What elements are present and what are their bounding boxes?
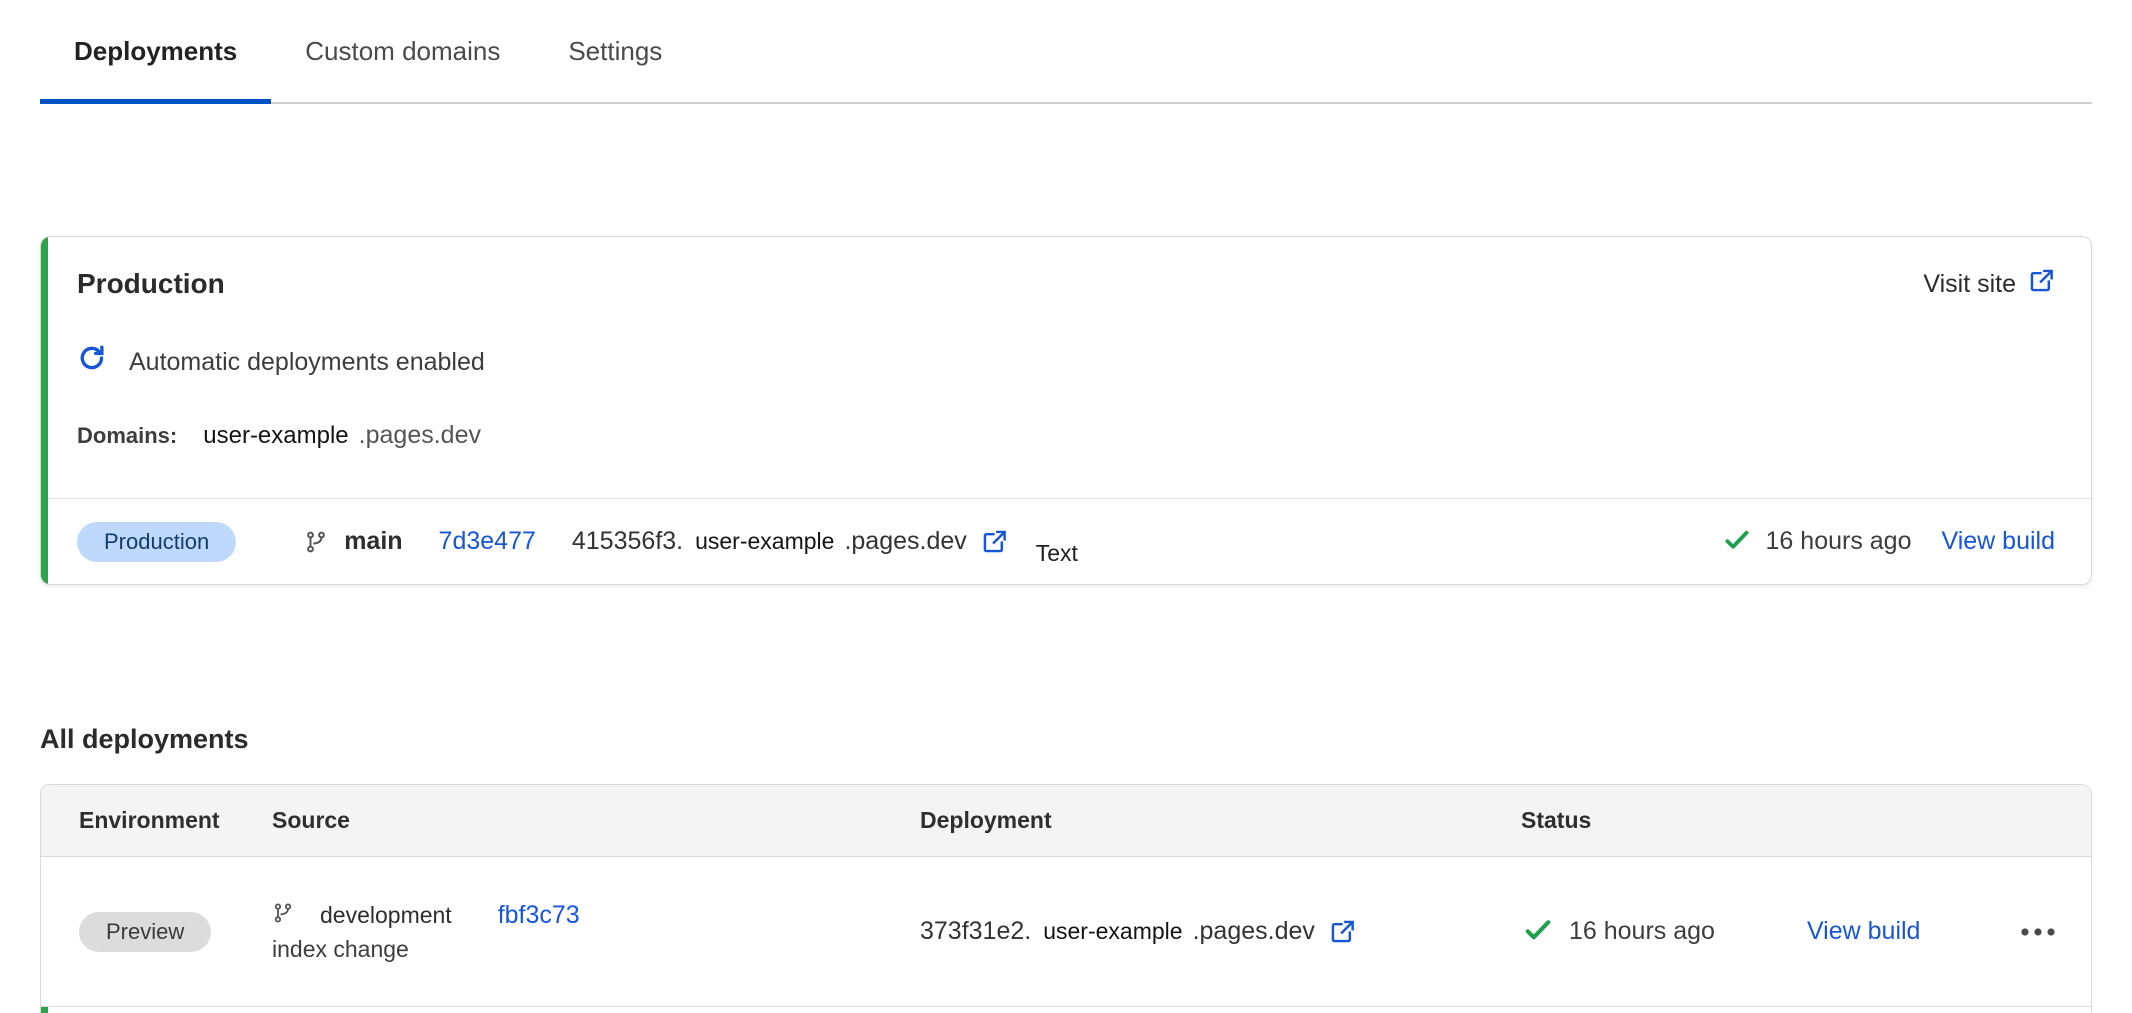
refresh-icon [77, 343, 107, 380]
branch-name: development [320, 902, 452, 929]
git-branch-icon [304, 530, 328, 554]
table-row: Preview development fbf3c73 [41, 857, 2091, 1007]
source-cell: development fbf3c73 index change [272, 901, 920, 963]
branch-name: main [344, 527, 402, 556]
production-card-top: Production Visit site [41, 237, 2091, 498]
commit-hash-link[interactable]: 7d3e477 [439, 527, 536, 556]
deployment-time: 16 hours ago [1569, 917, 1715, 946]
deployments-table: Environment Source Deployment Status Pre… [40, 784, 2092, 1013]
domain-name: user-example [203, 421, 348, 451]
auto-deployments-text: Automatic deployments enabled [129, 347, 485, 377]
check-icon [1521, 915, 1555, 949]
kebab-menu-icon[interactable] [2019, 926, 2057, 938]
column-environment: Environment [79, 807, 272, 834]
visit-site-label: Visit site [1923, 270, 2016, 299]
production-card-title: Production [77, 267, 225, 301]
deployment-url-prefix: 373f31e2. [920, 917, 1031, 946]
tab-bar: Deployments Custom domains Settings [40, 0, 2092, 104]
view-build-link[interactable]: View build [1807, 917, 1921, 946]
environment-badge: Production [77, 522, 236, 562]
commit-message: index change [272, 936, 920, 963]
domains-label: Domains: [77, 421, 177, 451]
visit-site-link[interactable]: Visit site [1923, 267, 2055, 301]
deployment-url-suffix: .pages.dev [844, 527, 966, 556]
check-icon [1722, 526, 1752, 558]
column-status: Status [1521, 807, 2091, 834]
domain-suffix: .pages.dev [359, 420, 481, 450]
commit-message: Text [1036, 540, 1078, 567]
pages-project-screen: Deployments Custom domains Settings Prod… [0, 0, 2132, 1013]
column-deployment: Deployment [920, 807, 1521, 834]
open-deployment-icon[interactable] [1329, 918, 1356, 945]
status-cell: 16 hours ago View build [1521, 915, 2091, 949]
tab-settings[interactable]: Settings [534, 0, 696, 102]
all-deployments-heading: All deployments [40, 723, 2092, 755]
deployment-url-suffix: .pages.dev [1193, 917, 1315, 946]
git-branch-icon [272, 902, 294, 929]
view-build-link[interactable]: View build [1941, 527, 2055, 556]
next-row-accent-bar [41, 1007, 48, 1013]
production-deployment-row: Production main 7d3e477 415356f3. user-e… [41, 498, 2091, 584]
production-accent-bar [41, 237, 48, 584]
column-source: Source [272, 807, 920, 834]
tab-deployments[interactable]: Deployments [40, 0, 271, 102]
auto-deployments-row: Automatic deployments enabled [77, 343, 2055, 380]
table-header-row: Environment Source Deployment Status [41, 785, 2091, 857]
tab-custom-domains[interactable]: Custom domains [271, 0, 534, 102]
deployment-url-name: user-example [695, 528, 834, 555]
open-deployment-icon[interactable] [981, 528, 1008, 555]
deployment-url-prefix: 415356f3. [572, 527, 683, 556]
external-link-icon [2028, 267, 2055, 301]
commit-hash-link[interactable]: fbf3c73 [498, 901, 580, 930]
deployment-url: 415356f3. user-example .pages.dev [572, 527, 1008, 556]
domains-row: Domains: user-example .pages.dev [77, 420, 2055, 451]
production-card: Production Visit site [40, 236, 2092, 585]
deployment-cell: 373f31e2. user-example .pages.dev [920, 917, 1521, 946]
environment-badge: Preview [79, 912, 211, 952]
deployment-time: 16 hours ago [1766, 527, 1912, 556]
deployment-url-name: user-example [1043, 918, 1182, 945]
